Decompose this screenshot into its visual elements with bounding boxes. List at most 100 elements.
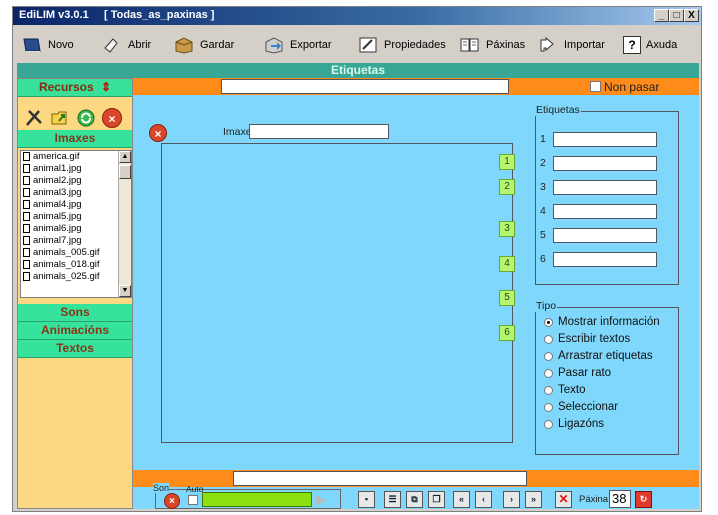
tools-icon[interactable] bbox=[24, 108, 44, 128]
close-button[interactable]: X bbox=[684, 9, 699, 22]
page-title-input[interactable] bbox=[221, 79, 509, 94]
novo-button[interactable]: Novo bbox=[21, 34, 74, 56]
axuda-label: Axuda bbox=[646, 39, 678, 51]
tipo-option[interactable]: Ligazóns bbox=[544, 418, 604, 430]
minimize-button[interactable]: _ bbox=[654, 9, 669, 22]
importar-button[interactable]: Importar bbox=[537, 34, 605, 56]
last-page-icon[interactable]: » bbox=[525, 491, 542, 508]
etiqueta-5-input[interactable] bbox=[553, 228, 657, 243]
file-icon bbox=[23, 152, 30, 161]
label-4-button[interactable]: 4 bbox=[499, 256, 515, 272]
radio-button[interactable] bbox=[544, 334, 553, 344]
file-list-scrollbar[interactable]: ▲ ▼ bbox=[118, 151, 131, 297]
file-list-item[interactable]: america.gif bbox=[21, 151, 131, 163]
app-title: EdiLIM v3.0.1 bbox=[19, 9, 89, 21]
page-tab-title: [ Todas_as_paxinas ] bbox=[103, 9, 215, 21]
imaxes-header[interactable]: Imaxes bbox=[18, 130, 132, 148]
tipo-option[interactable]: Arrastrar etiquetas bbox=[544, 350, 653, 362]
tipo-option-label: Arrastrar etiquetas bbox=[558, 350, 653, 362]
file-name: animal2.jpg bbox=[33, 175, 82, 186]
scroll-down-icon[interactable]: ▼ bbox=[119, 285, 131, 297]
bottom-text-input[interactable] bbox=[233, 471, 527, 486]
auto-checkbox[interactable] bbox=[188, 495, 198, 505]
scroll-up-icon[interactable]: ▲ bbox=[119, 151, 131, 163]
first-page-icon[interactable]: « bbox=[453, 491, 470, 508]
file-icon bbox=[23, 272, 30, 281]
maximize-button[interactable]: □ bbox=[669, 9, 684, 22]
tipo-option-label: Mostrar información bbox=[558, 316, 660, 328]
prev-page-icon[interactable]: ‹ bbox=[475, 491, 492, 508]
file-list-item[interactable]: animals_025.gif bbox=[21, 271, 131, 283]
file-list-item[interactable]: animal5.jpg bbox=[21, 211, 131, 223]
etiqueta-3-input[interactable] bbox=[553, 180, 657, 195]
folder-open-icon[interactable] bbox=[50, 108, 70, 128]
label-2-button[interactable]: 2 bbox=[499, 179, 515, 195]
file-icon bbox=[23, 188, 30, 197]
tipo-option-label: Seleccionar bbox=[558, 401, 619, 413]
file-list-item[interactable]: animal2.jpg bbox=[21, 175, 131, 187]
tipo-option[interactable]: Escribir textos bbox=[544, 333, 630, 345]
paxinas-button[interactable]: Páxinas bbox=[459, 34, 525, 56]
sound-slot[interactable] bbox=[202, 492, 312, 507]
file-list-item[interactable]: animal4.jpg bbox=[21, 199, 131, 211]
label-5-button[interactable]: 5 bbox=[499, 290, 515, 306]
etiqueta-2-input[interactable] bbox=[553, 156, 657, 171]
radio-button[interactable] bbox=[544, 351, 553, 361]
app-window: EdiLIM v3.0.1 [ Todas_as_paxinas ] _ □ X… bbox=[12, 6, 702, 512]
delete-resource-icon[interactable]: × bbox=[102, 108, 122, 128]
exportar-button[interactable]: Exportar bbox=[263, 34, 332, 56]
recursos-header[interactable]: Recursos ⇕ bbox=[18, 79, 132, 97]
animacions-header[interactable]: Animacións bbox=[18, 322, 132, 340]
checkbox-box[interactable] bbox=[590, 81, 601, 92]
label-3-button[interactable]: 3 bbox=[499, 221, 515, 237]
remove-sound-icon[interactable]: × bbox=[164, 493, 180, 509]
page-number-input[interactable]: 38 bbox=[609, 490, 631, 508]
label-1-button[interactable]: 1 bbox=[499, 154, 515, 170]
sons-header[interactable]: Sons bbox=[18, 304, 132, 322]
etiqueta-1-input[interactable] bbox=[553, 132, 657, 147]
file-list-item[interactable]: animal7.jpg bbox=[21, 235, 131, 247]
copy-page-icon[interactable]: ⧉ bbox=[406, 491, 423, 508]
tipo-option[interactable]: Pasar rato bbox=[544, 367, 611, 379]
paxina-label: Páxina bbox=[579, 494, 609, 505]
paste-page-icon[interactable]: ❐ bbox=[428, 491, 445, 508]
tipo-option[interactable]: Seleccionar bbox=[544, 401, 618, 413]
tipo-option[interactable]: Mostrar información bbox=[544, 316, 660, 328]
scroll-thumb[interactable] bbox=[119, 165, 131, 179]
file-list-item[interactable]: animals_018.gif bbox=[21, 259, 131, 271]
refresh-icon[interactable] bbox=[76, 108, 96, 128]
delete-page-icon[interactable]: ✕ bbox=[555, 491, 572, 508]
file-list-item[interactable]: animal1.jpg bbox=[21, 163, 131, 175]
file-name: animal5.jpg bbox=[33, 211, 82, 222]
file-list-item[interactable]: animal6.jpg bbox=[21, 223, 131, 235]
play-icon[interactable]: ▶ bbox=[316, 492, 326, 508]
image-file-list[interactable]: america.gif animal1.jpg animal2.jpg animal3… bbox=[20, 150, 132, 298]
next-page-icon[interactable]: › bbox=[503, 491, 520, 508]
etiqueta-6-input[interactable] bbox=[553, 252, 657, 267]
image-canvas[interactable] bbox=[161, 143, 513, 443]
file-list-item[interactable]: animal3.jpg bbox=[21, 187, 131, 199]
save-icon[interactable]: ▪ bbox=[358, 491, 375, 508]
go-page-icon[interactable]: ↻ bbox=[635, 491, 652, 508]
non-pasar-checkbox[interactable]: Non pasar bbox=[590, 80, 659, 94]
remove-image-icon[interactable]: × bbox=[149, 124, 167, 142]
axuda-button[interactable]: ? Axuda bbox=[623, 34, 677, 56]
radio-button[interactable] bbox=[544, 402, 553, 412]
label-6-button[interactable]: 6 bbox=[499, 325, 515, 341]
list-icon[interactable]: ☰ bbox=[384, 491, 401, 508]
textos-header[interactable]: Textos bbox=[18, 340, 132, 358]
etiqueta-4-input[interactable] bbox=[553, 204, 657, 219]
propiedades-button[interactable]: Propiedades bbox=[357, 34, 446, 56]
radio-button[interactable] bbox=[544, 368, 553, 378]
radio-button[interactable] bbox=[544, 385, 553, 395]
tipo-option[interactable]: Texto bbox=[544, 384, 586, 396]
import-icon bbox=[540, 36, 554, 52]
file-name: animal3.jpg bbox=[33, 187, 82, 198]
file-list-item[interactable]: animals_005.gif bbox=[21, 247, 131, 259]
etiqueta-number: 4 bbox=[540, 205, 546, 217]
abrir-button[interactable]: Abrir bbox=[101, 34, 151, 56]
imaxe-input[interactable] bbox=[249, 124, 389, 139]
gardar-button[interactable]: Gardar bbox=[173, 34, 234, 56]
radio-button[interactable] bbox=[544, 317, 553, 327]
radio-button[interactable] bbox=[544, 419, 553, 429]
